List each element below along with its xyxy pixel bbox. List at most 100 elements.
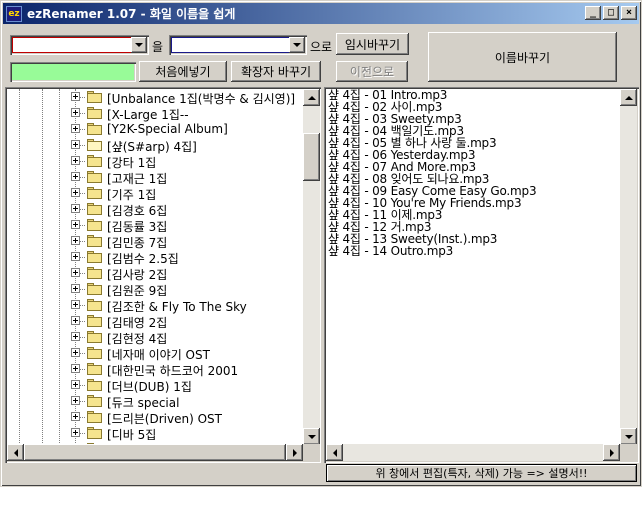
find-combo[interactable]: [10, 35, 149, 55]
app-icon[interactable]: ez: [6, 5, 22, 22]
expand-plus-icon[interactable]: [71, 236, 80, 245]
replace-suffix-label: 으로: [310, 40, 333, 54]
tree-item[interactable]: [기주 1집: [7, 185, 303, 202]
tree-item[interactable]: [Unbalance 1집(박명수 & 김시영)]: [7, 89, 303, 106]
tree-item[interactable]: [고재근 1집: [7, 169, 303, 186]
tree-vscrollbar[interactable]: [303, 89, 320, 445]
file-list-viewport[interactable]: 샾 4집 - 01 Intro.mp3 샾 4집 - 02 사이.mp3 샾 4집 …: [326, 89, 620, 445]
expand-plus-icon[interactable]: [71, 268, 80, 277]
tree-item[interactable]: [듀크 special: [7, 393, 303, 410]
tree-item[interactable]: [김현정 4집: [7, 329, 303, 346]
scroll-left-button[interactable]: [7, 444, 24, 461]
find-dropdown-button[interactable]: [131, 37, 147, 53]
tree-item[interactable]: [더브(DUB) 1집: [7, 377, 303, 394]
folder-open-icon: [87, 139, 103, 151]
folder-icon: [87, 283, 103, 295]
file-list[interactable]: 샾 4집 - 01 Intro.mp3 샾 4집 - 02 사이.mp3 샾 4집 …: [324, 87, 639, 463]
expand-plus-icon[interactable]: [71, 92, 80, 101]
tree-item[interactable]: [김범수 2.5집: [7, 249, 303, 266]
tree-item[interactable]: [네자매 이야기 OST: [7, 345, 303, 362]
expand-plus-icon[interactable]: [71, 252, 80, 261]
expand-plus-icon[interactable]: [71, 284, 80, 293]
tree-item[interactable]: [대한민국 하드코어 2001: [7, 361, 303, 378]
prefix-button[interactable]: 처음에넣기: [139, 61, 227, 82]
title-bar[interactable]: ez ezRenamer 1.07 - 화일 이름을 쉽게 _ □ ×: [3, 3, 639, 24]
expand-plus-icon[interactable]: [71, 332, 80, 341]
tree-vscroll-thumb[interactable]: [303, 133, 320, 181]
tree-item[interactable]: [김경호 6집: [7, 201, 303, 218]
expand-plus-icon[interactable]: [71, 316, 80, 325]
folder-icon: [87, 171, 103, 183]
folder-icon: [87, 427, 103, 439]
expand-plus-icon[interactable]: [71, 220, 80, 229]
find-suffix-label: 을: [152, 40, 164, 54]
tree-item[interactable]: [김민종 7집: [7, 233, 303, 250]
tree-item[interactable]: [김태영 2집: [7, 313, 303, 330]
arrow-up-icon: [307, 95, 316, 100]
expand-plus-icon[interactable]: [71, 396, 80, 405]
scroll-up-button[interactable]: [620, 89, 637, 106]
status-help-button[interactable]: 위 창에서 편집(특자, 삭제) 가능 => 설명서!!: [326, 464, 637, 482]
tree-item[interactable]: [김조한 & Fly To The Sky: [7, 297, 303, 314]
expand-plus-icon[interactable]: [71, 156, 80, 165]
expand-plus-icon[interactable]: [71, 348, 80, 357]
file-hscrollbar[interactable]: [326, 444, 620, 461]
folder-icon: [87, 123, 103, 135]
scroll-corner: [620, 444, 637, 461]
expand-plus-icon[interactable]: [71, 428, 80, 437]
folder-icon: [87, 235, 103, 247]
tree-hscroll-thumb[interactable]: [24, 444, 286, 461]
scroll-up-button[interactable]: [303, 89, 320, 106]
file-vscrollbar[interactable]: [620, 89, 637, 445]
close-button[interactable]: ×: [621, 6, 637, 20]
scroll-right-button[interactable]: [603, 444, 620, 461]
folder-icon: [87, 347, 103, 359]
tree-item[interactable]: [김사랑 2집: [7, 265, 303, 282]
arrow-right-icon: [292, 448, 297, 457]
expand-plus-icon[interactable]: [71, 188, 80, 197]
folder-icon: [87, 395, 103, 407]
expand-plus-icon[interactable]: [71, 108, 80, 117]
tree-item[interactable]: [김원준 9집: [7, 281, 303, 298]
tree-item[interactable]: [Y2K-Special Album]: [7, 121, 303, 137]
tree-item[interactable]: [샾(S#arp) 4집]: [7, 137, 303, 154]
temp-replace-button[interactable]: 임시바꾸기: [336, 33, 409, 55]
expand-plus-icon[interactable]: [71, 124, 80, 133]
tree-item[interactable]: [김동률 3집: [7, 217, 303, 234]
expand-plus-icon[interactable]: [71, 172, 80, 181]
tree-item[interactable]: [강타 1집: [7, 153, 303, 170]
replace-combo-frame: [171, 37, 305, 53]
arrow-left-icon: [332, 448, 337, 457]
file-list-item[interactable]: 샾 4집 - 14 Outro.mp3: [328, 245, 453, 257]
tree-item[interactable]: [디바 5집: [7, 425, 303, 442]
minimize-button[interactable]: _: [585, 6, 601, 20]
app-window: ez ezRenamer 1.07 - 화일 이름을 쉽게 _ □ × 을 으로…: [0, 0, 642, 487]
arrow-left-icon: [13, 448, 18, 457]
maximize-button[interactable]: □: [603, 6, 619, 20]
tree-hscrollbar[interactable]: [7, 444, 303, 461]
tree-item[interactable]: [드리븐(Driven) OST: [7, 409, 303, 426]
scroll-down-button[interactable]: [303, 428, 320, 445]
expand-plus-icon[interactable]: [71, 204, 80, 213]
scroll-left-button[interactable]: [326, 444, 343, 461]
folder-icon: [87, 155, 103, 167]
expand-plus-icon[interactable]: [71, 140, 80, 149]
folder-icon: [87, 219, 103, 231]
prefix-input[interactable]: [10, 62, 136, 82]
folder-icon: [87, 107, 103, 119]
rename-button[interactable]: 이름바꾸기: [428, 32, 617, 82]
folder-tree[interactable]: [Unbalance 1집(박명수 & 김시영)] [X-Large 1집-- [Y…: [5, 87, 321, 463]
scroll-down-button[interactable]: [620, 428, 637, 445]
expand-plus-icon[interactable]: [71, 412, 80, 421]
find-combo-focus: [12, 37, 147, 53]
arrow-down-icon: [307, 434, 316, 439]
expand-plus-icon[interactable]: [71, 364, 80, 373]
replace-dropdown-button[interactable]: [289, 37, 305, 53]
expand-plus-icon[interactable]: [71, 300, 80, 309]
expand-plus-icon[interactable]: [71, 380, 80, 389]
extension-button[interactable]: 확장자 바꾸기: [231, 61, 321, 82]
tree-item[interactable]: [X-Large 1집--: [7, 105, 303, 122]
replace-combo[interactable]: [169, 35, 307, 55]
scroll-right-button[interactable]: [286, 444, 303, 461]
folder-icon: [87, 203, 103, 215]
